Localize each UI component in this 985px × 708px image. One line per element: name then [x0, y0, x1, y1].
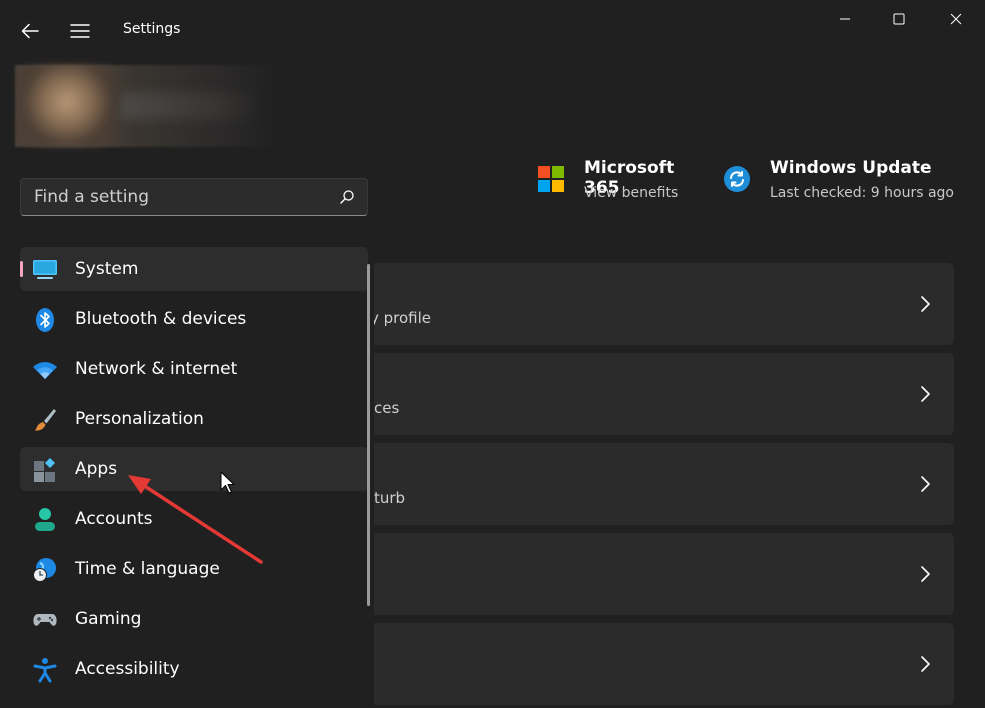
window-title: Settings: [123, 21, 181, 37]
nav-item-time-language[interactable]: Time & language: [20, 547, 368, 591]
wifi-icon: [33, 362, 57, 379]
nav-item-network-internet[interactable]: Network & internet: [20, 347, 368, 391]
close-icon: [950, 13, 962, 25]
nav-item-label: Time & language: [75, 559, 220, 579]
maximize-button[interactable]: [871, 0, 927, 38]
nav-item-gaming[interactable]: Gaming: [20, 597, 368, 641]
nav-item-apps[interactable]: Apps: [20, 447, 368, 491]
chevron-right-icon: [921, 566, 930, 582]
nav-item-label: Gaming: [75, 609, 142, 629]
person-icon: [35, 508, 55, 531]
chevron-right-icon: [921, 296, 930, 312]
nav-item-personalization[interactable]: Personalization: [20, 397, 368, 441]
maximize-icon: [893, 13, 905, 25]
nav-item-bluetooth-devices[interactable]: Bluetooth & devices: [20, 297, 368, 341]
windows-update-subtitle: Last checked: 9 hours ago: [770, 185, 954, 201]
search-box[interactable]: [20, 178, 368, 216]
nav-item-label: Personalization: [75, 409, 204, 429]
search-input[interactable]: [21, 179, 334, 215]
search-icon: [340, 190, 354, 204]
nav-item-label: Accounts: [75, 509, 153, 529]
windows-update-title: Windows Update: [770, 158, 932, 178]
user-name-blurred: [120, 92, 260, 120]
selection-indicator: [20, 261, 23, 277]
chevron-right-icon: [921, 656, 930, 672]
nav-item-label: Apps: [75, 459, 118, 479]
chevron-right-icon: [921, 476, 930, 492]
system-monitor-icon: [33, 260, 57, 279]
navigation-scrollbar[interactable]: [367, 264, 370, 606]
gamepad-icon: [33, 614, 57, 626]
content-card-text: y profile: [370, 309, 432, 327]
close-button[interactable]: [928, 0, 984, 38]
nav-item-label: Network & internet: [75, 359, 238, 379]
windows-update-card[interactable]: Windows Update Last checked: 9 hours ago: [722, 158, 962, 206]
navigation-menu-button[interactable]: [64, 14, 96, 48]
nav-item-system[interactable]: System: [20, 247, 368, 291]
nav-item-label: Bluetooth & devices: [75, 309, 247, 329]
nav-item-accessibility[interactable]: Accessibility: [20, 647, 368, 691]
navigation-pane: System Bluetooth & devices Network & int…: [20, 246, 374, 706]
nav-item-label: System: [75, 259, 139, 279]
content-card-text: turb: [374, 489, 406, 507]
nav-item-accounts[interactable]: Accounts: [20, 497, 368, 541]
minimize-icon: [840, 18, 850, 20]
paintbrush-icon: [35, 409, 56, 431]
microsoft-365-card[interactable]: Microsoft 365 View benefits: [535, 158, 705, 206]
back-arrow-icon: [21, 23, 39, 39]
globe-clock-icon: [33, 558, 56, 582]
accessibility-icon: [33, 658, 57, 683]
hamburger-menu-icon: [70, 24, 90, 38]
back-button[interactable]: [14, 14, 46, 48]
apps-icon: [34, 458, 55, 482]
minimize-button[interactable]: [817, 0, 873, 38]
content-card-text: ces: [374, 399, 400, 417]
windows-update-icon: [724, 166, 750, 192]
avatar: [22, 66, 112, 146]
nav-item-label: Accessibility: [75, 659, 180, 679]
microsoft-logo-icon: [538, 166, 564, 192]
microsoft-365-subtitle: View benefits: [584, 185, 679, 201]
chevron-right-icon: [921, 386, 930, 402]
bluetooth-icon: [36, 308, 54, 332]
